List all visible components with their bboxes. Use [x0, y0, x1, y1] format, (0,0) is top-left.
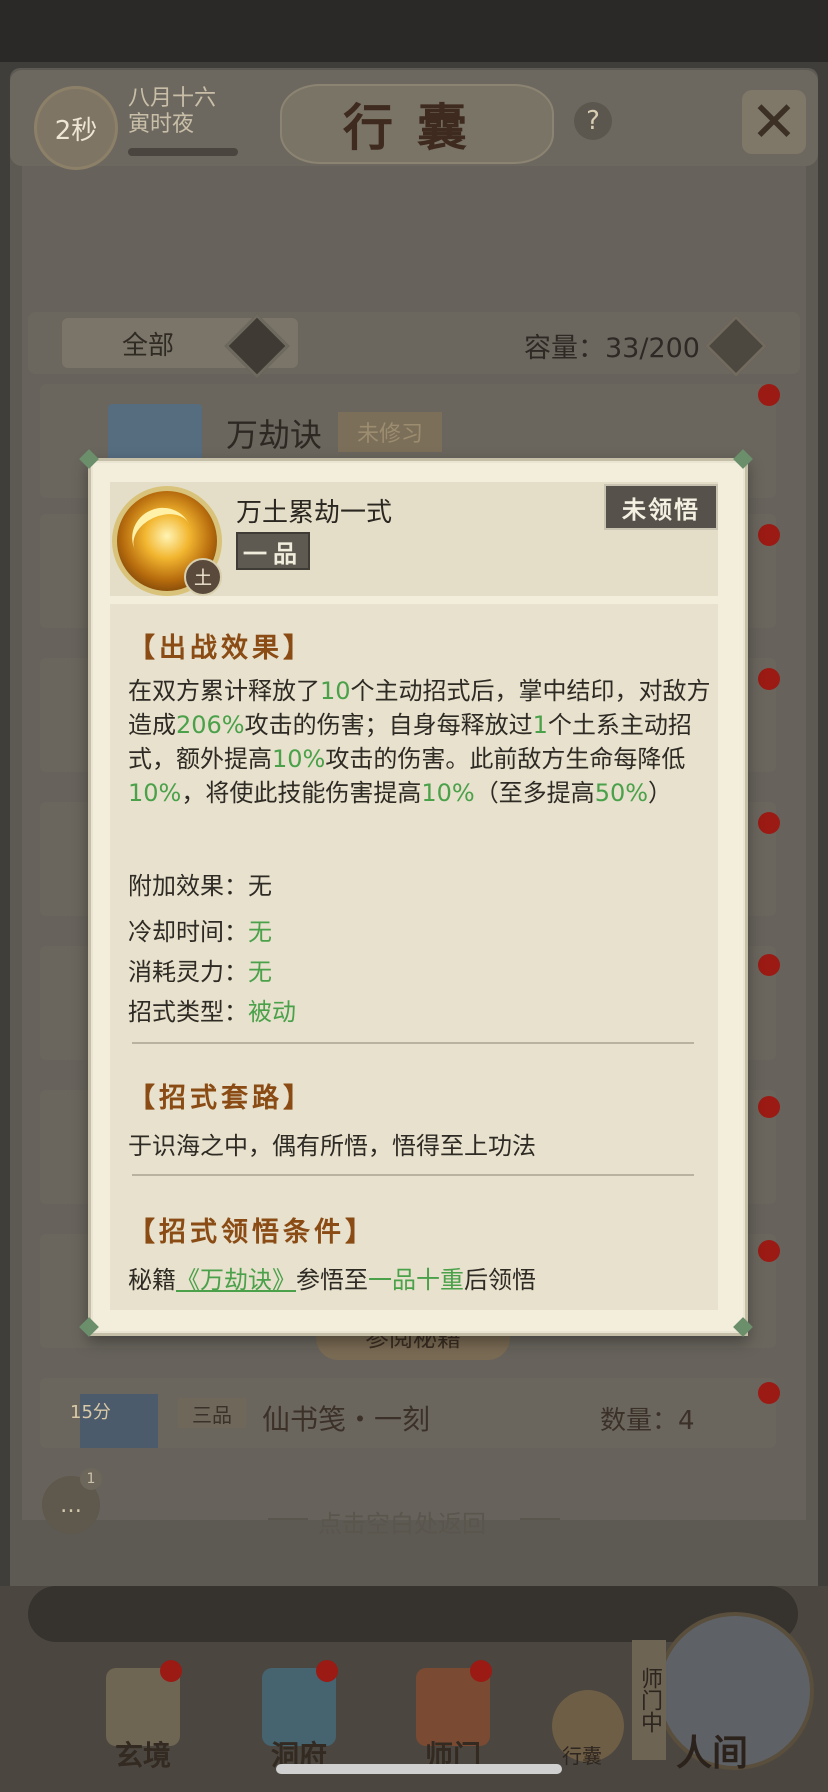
- skill-type-line: 招式类型：被动: [128, 992, 296, 1027]
- section-divider: [132, 1174, 694, 1176]
- page-title: 行囊: [280, 84, 554, 164]
- chat-bubble-icon: …: [60, 1492, 82, 1518]
- notification-dot: [758, 954, 780, 976]
- effect-value-highlight: 10%: [421, 779, 475, 807]
- effect-text: （至多提高: [474, 779, 595, 807]
- effect-value-highlight: 10: [320, 677, 351, 705]
- manual-link[interactable]: 《万劫诀》: [176, 1266, 296, 1294]
- effect-text: 在双方累计释放了: [128, 677, 320, 705]
- cooldown-line: 冷却时间：无: [128, 912, 272, 947]
- cooldown-label: 冷却时间：: [128, 918, 248, 946]
- route-section-title: 【招式套路】: [128, 1083, 314, 1114]
- timer-badge: 2秒: [34, 86, 118, 170]
- close-icon: ✕: [750, 89, 798, 155]
- required-level: 一品十重: [368, 1266, 464, 1294]
- date-line-1: 八月十六: [128, 86, 217, 111]
- bag-nav-label: 行囊: [562, 1744, 602, 1768]
- capacity-counter: 容量：33/200: [524, 333, 700, 364]
- hint-ornament-right: [520, 1518, 560, 1520]
- section-divider: [132, 1042, 694, 1044]
- effect-value-highlight: 1: [532, 711, 548, 739]
- effect-text: ）: [648, 779, 673, 807]
- home-indicator[interactable]: [276, 1764, 562, 1774]
- date-line-2: 寅时夜: [128, 112, 195, 137]
- notification-dot: [758, 524, 780, 546]
- comprehension-status-badge: 未领悟: [604, 484, 718, 530]
- nav-label: 玄境: [114, 1739, 171, 1772]
- condition-mid: 参悟至: [296, 1266, 368, 1294]
- mana-cost-label: 消耗灵力：: [128, 958, 248, 986]
- effect-description: 在双方累计释放了10个主动招式后，掌中结印，对敌方造成206%攻击的伤害；自身每…: [128, 674, 712, 810]
- notification-dot: [470, 1660, 492, 1682]
- effect-value-highlight: 10%: [128, 779, 182, 807]
- status-bar: [0, 0, 828, 62]
- mana-cost-line: 消耗灵力：无: [128, 952, 272, 987]
- effect-value-highlight: 10%: [272, 745, 326, 773]
- skill-type-label: 招式类型：: [128, 998, 248, 1026]
- hint-ornament-left: [268, 1518, 308, 1520]
- effect-text: ，将使此技能伤害提高: [181, 779, 422, 807]
- notification-dot: [316, 1660, 338, 1682]
- notification-dot: [758, 1240, 780, 1262]
- item-status-tag: 未修习: [338, 412, 442, 452]
- extra-effect-value: 无: [248, 872, 272, 900]
- notification-dot: [758, 384, 780, 406]
- item-grade-tag: 三品: [178, 1398, 246, 1428]
- cooldown-value: 无: [248, 918, 272, 946]
- condition-prefix: 秘籍: [128, 1266, 176, 1294]
- route-description: 于识海之中，偶有所悟，悟得至上功法: [128, 1132, 536, 1160]
- condition-description: 秘籍《万劫诀》参悟至一品十重后领悟: [128, 1260, 536, 1295]
- game-date: 八月十六 寅时夜: [128, 86, 258, 138]
- notification-dot: [758, 1382, 780, 1404]
- extra-effect-label: 附加效果：: [128, 872, 248, 900]
- item-corner-tag: 15分: [70, 1402, 111, 1423]
- mana-cost-value: 无: [248, 958, 272, 986]
- nav-item-shimen[interactable]: 师门: [398, 1660, 508, 1772]
- extra-effect-line: 附加效果：无: [128, 866, 272, 901]
- notification-dot: [758, 812, 780, 834]
- world-nav-label: 人间: [676, 1732, 749, 1774]
- effect-value-highlight: 50%: [594, 779, 649, 807]
- item-quantity: 数量：4: [600, 1406, 695, 1436]
- skill-grade-badge: 一品: [236, 532, 310, 570]
- notification-dot: [758, 1096, 780, 1118]
- condition-section-title: 【招式领悟条件】: [128, 1217, 376, 1248]
- effect-text: 攻击的伤害；自身每释放过: [244, 711, 533, 739]
- condition-suffix: 后领悟: [464, 1266, 536, 1294]
- help-icon[interactable]: ?: [574, 102, 612, 140]
- item-name: 万劫诀: [226, 416, 323, 454]
- effect-text: 攻击的伤害。此前敌方生命每降低: [325, 745, 686, 773]
- element-badge: 土: [184, 558, 222, 596]
- close-button[interactable]: ✕: [742, 89, 806, 155]
- notification-dot: [758, 668, 780, 690]
- chat-unread-badge: 1: [80, 1468, 102, 1490]
- tap-to-return-hint: 点击空白处返回: [318, 1510, 486, 1538]
- effect-section-title: 【出战效果】: [128, 633, 314, 664]
- time-progress-bar: [128, 148, 238, 156]
- nav-item-dongfu[interactable]: 洞府: [244, 1660, 354, 1772]
- notification-dot: [160, 1660, 182, 1682]
- skill-type-value: 被动: [248, 998, 296, 1026]
- skill-name: 万土累劫一式: [236, 498, 393, 528]
- item-name: 仙书笺・一刻: [262, 1403, 431, 1436]
- effect-value-highlight: 206%: [176, 711, 245, 739]
- sect-status-tag: 师门中: [632, 1640, 666, 1760]
- nav-item-xuanjing[interactable]: 玄境: [88, 1660, 198, 1772]
